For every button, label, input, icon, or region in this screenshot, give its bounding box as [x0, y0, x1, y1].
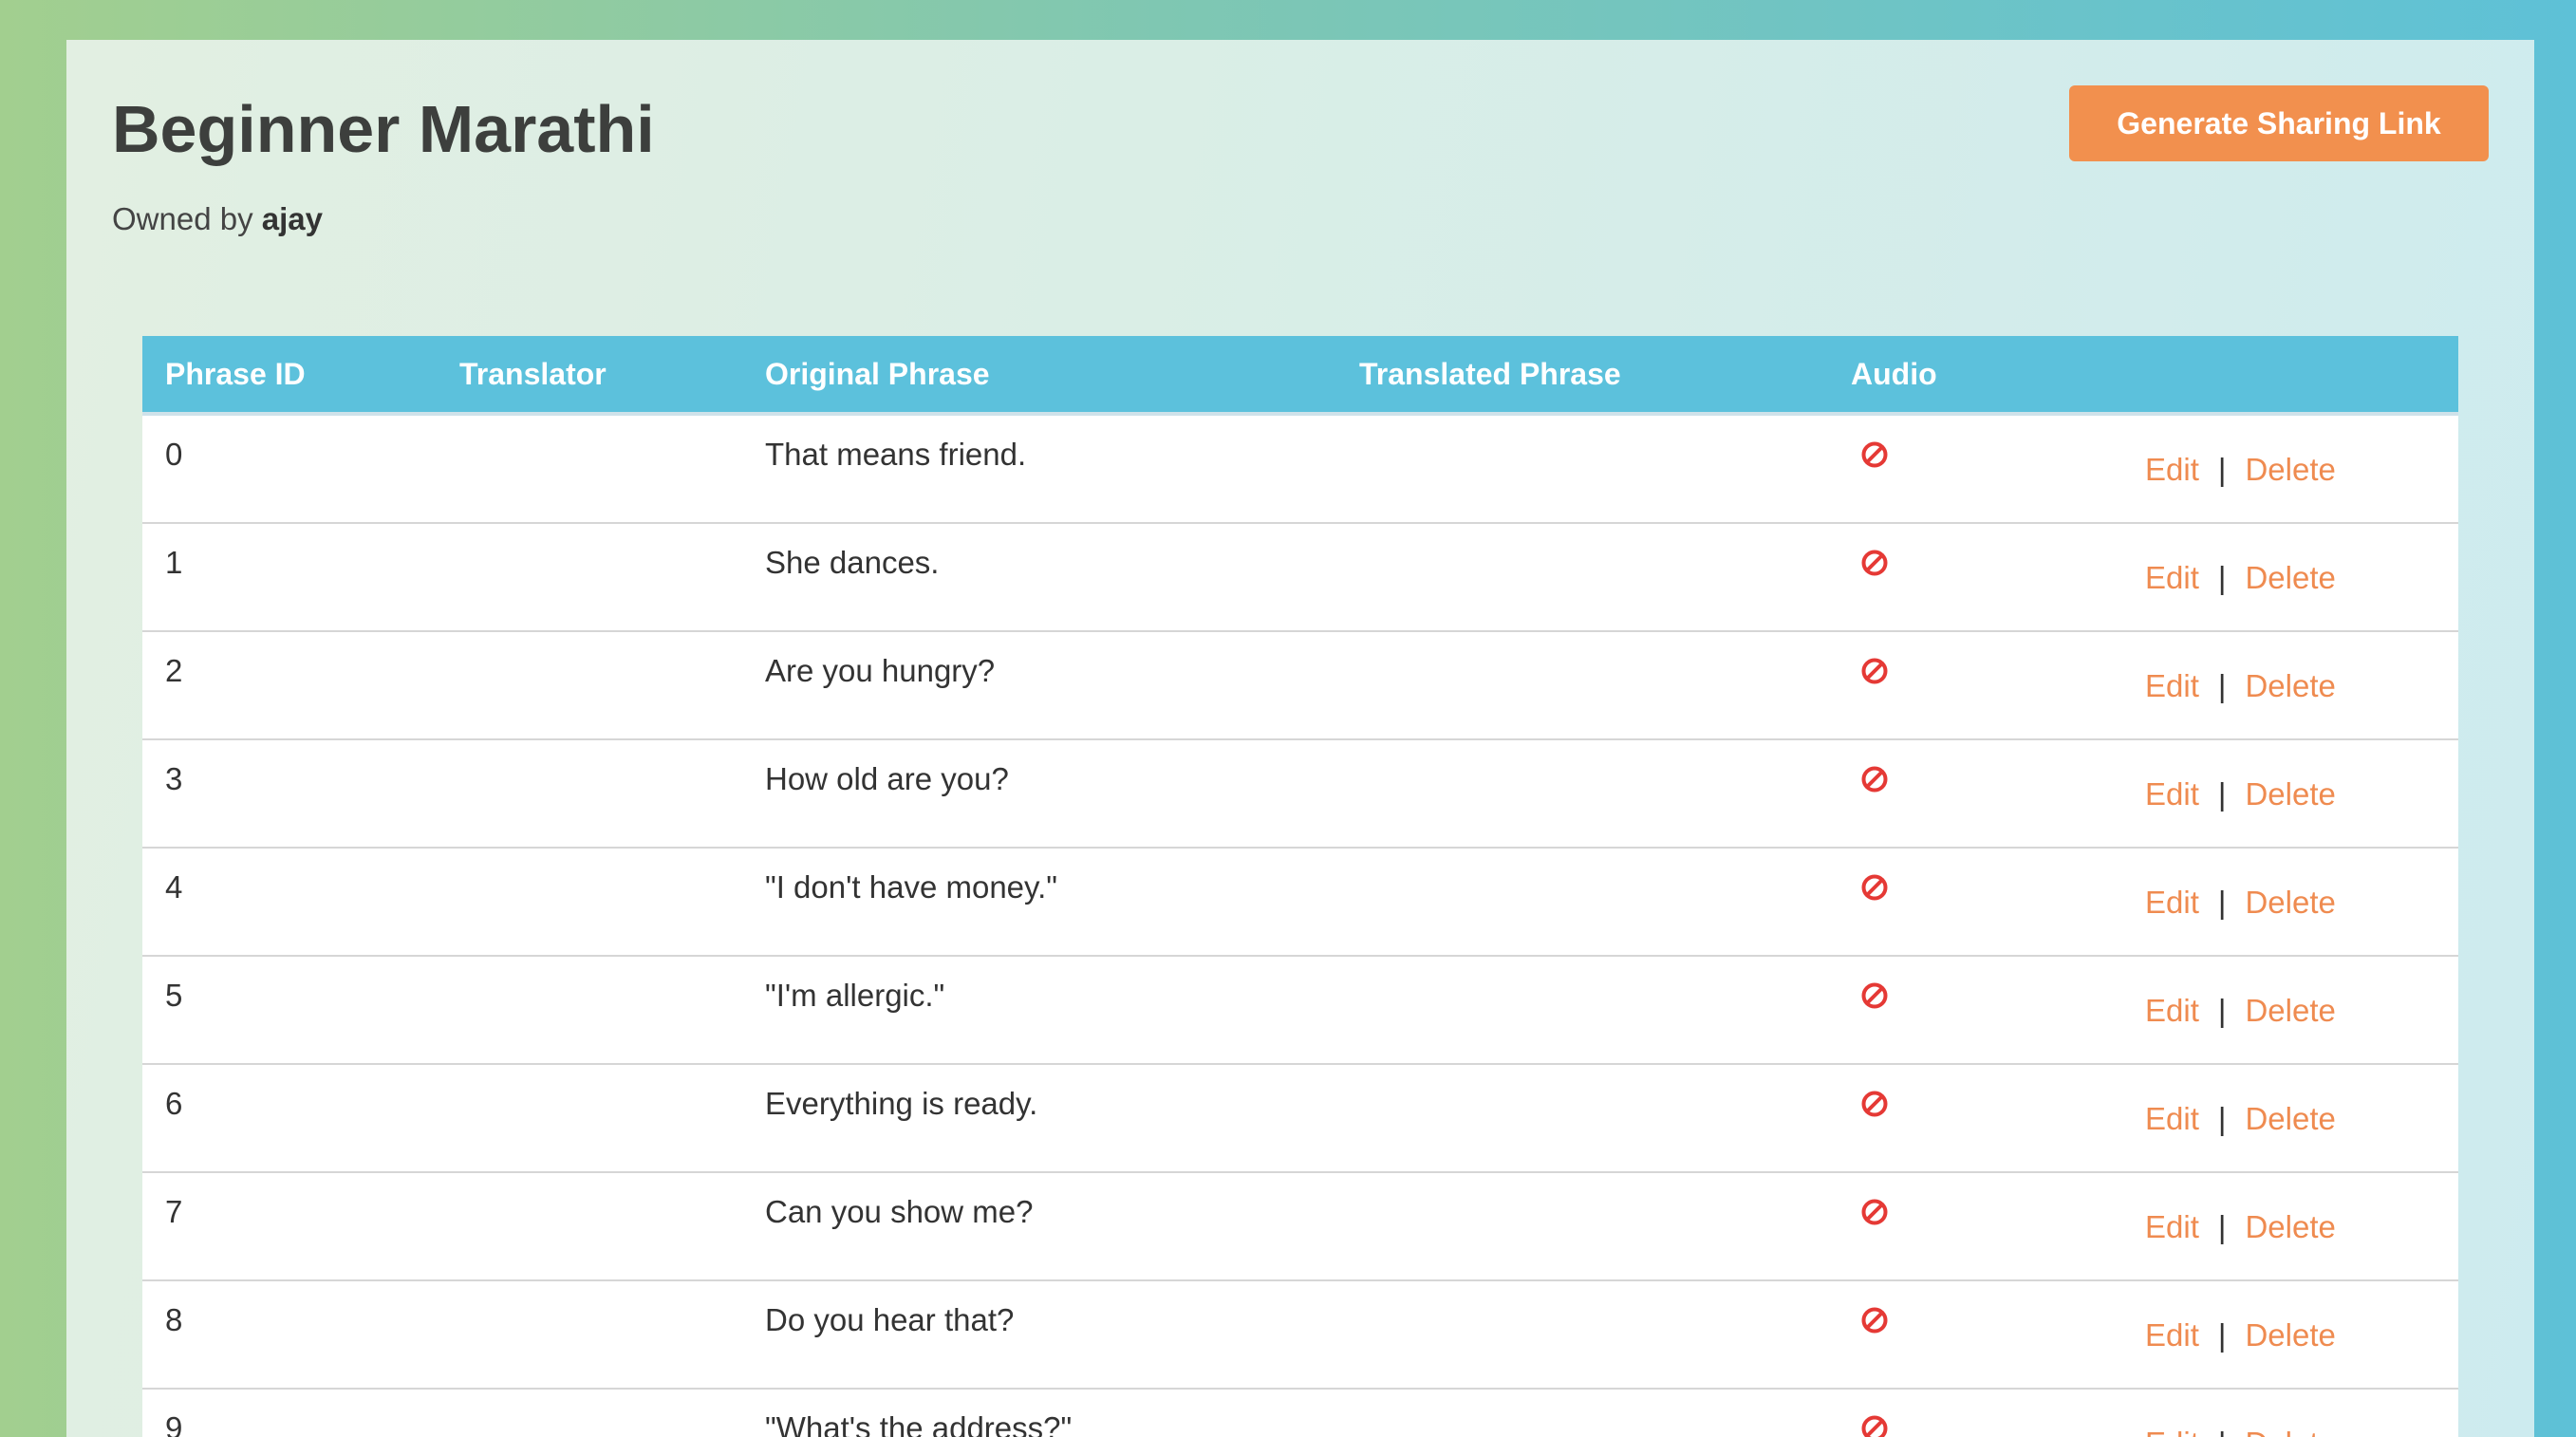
- row-actions: Edit | Delete: [2145, 776, 2336, 812]
- delete-link[interactable]: Delete: [2245, 1101, 2335, 1136]
- original-phrase: "I don't have money.": [765, 869, 1057, 905]
- table-body: 0 That means friend. Edit | Delete 1 She d…: [142, 416, 2458, 1437]
- table-row: 9 "What's the address?" Edit | Delete: [142, 1390, 2458, 1437]
- table-row: 6 Everything is ready. Edit | Delete: [142, 1065, 2458, 1173]
- row-actions: Edit | Delete: [2145, 1317, 2336, 1353]
- header-translated-phrase: Translated Phrase: [1359, 357, 1621, 391]
- original-phrase: That means friend.: [765, 437, 1027, 472]
- row-actions: Edit | Delete: [2145, 993, 2336, 1029]
- original-phrase: How old are you?: [765, 761, 1009, 796]
- no-audio-icon: [1860, 549, 1889, 577]
- action-separator: |: [2217, 885, 2227, 920]
- row-actions: Edit | Delete: [2145, 452, 2336, 488]
- owned-by-label: Owned by: [112, 201, 253, 236]
- original-phrase: Everything is ready.: [765, 1086, 1038, 1121]
- phrase-id: 0: [165, 437, 183, 472]
- edit-link[interactable]: Edit: [2145, 776, 2199, 812]
- table-row: 4 "I don't have money." Edit | Delete: [142, 849, 2458, 957]
- edit-link[interactable]: Edit: [2145, 1101, 2199, 1136]
- delete-link[interactable]: Delete: [2245, 560, 2335, 595]
- owner-name: ajay: [261, 201, 323, 236]
- edit-link[interactable]: Edit: [2145, 1317, 2199, 1353]
- action-separator: |: [2217, 1101, 2227, 1136]
- table-row: 3 How old are you? Edit | Delete: [142, 740, 2458, 849]
- no-audio-icon: [1860, 657, 1889, 685]
- no-audio-icon: [1860, 440, 1889, 469]
- row-actions: Edit | Delete: [2145, 560, 2336, 596]
- delete-link[interactable]: Delete: [2245, 993, 2335, 1028]
- no-audio-icon: [1860, 1198, 1889, 1226]
- owner-line: Owned by ajay: [112, 201, 323, 237]
- row-actions: Edit | Delete: [2145, 668, 2336, 704]
- action-separator: |: [2217, 1209, 2227, 1244]
- no-audio-icon: [1860, 1306, 1889, 1334]
- header-original-phrase: Original Phrase: [765, 357, 990, 391]
- phrase-id: 4: [165, 869, 183, 905]
- row-actions: Edit | Delete: [2145, 885, 2336, 921]
- no-audio-icon: [1860, 873, 1889, 902]
- edit-link[interactable]: Edit: [2145, 560, 2199, 595]
- action-separator: |: [2218, 1426, 2227, 1437]
- edit-link[interactable]: Edit: [2145, 1426, 2199, 1437]
- header-translator: Translator: [459, 357, 607, 391]
- phrase-id: 7: [165, 1194, 183, 1229]
- original-phrase: "I'm allergic.": [765, 978, 945, 1013]
- row-actions: Edit | Delete: [2145, 1101, 2336, 1137]
- table-row: 1 She dances. Edit | Delete: [142, 524, 2458, 632]
- row-actions: Edit | Delete: [2145, 1426, 2336, 1437]
- no-audio-icon: [1860, 1414, 1889, 1437]
- content-card: Beginner Marathi Owned by ajay Generate …: [66, 40, 2534, 1437]
- original-phrase: Can you show me?: [765, 1194, 1034, 1229]
- phrase-id: 9: [165, 1410, 183, 1437]
- edit-link[interactable]: Edit: [2145, 452, 2199, 487]
- phrases-table: Phrase ID Translator Original Phrase Tra…: [142, 336, 2458, 1437]
- page-title: Beginner Marathi: [112, 92, 655, 166]
- edit-link[interactable]: Edit: [2145, 668, 2199, 703]
- delete-link[interactable]: Delete: [2245, 1426, 2335, 1437]
- phrase-id: 3: [165, 761, 183, 796]
- action-separator: |: [2217, 1317, 2227, 1353]
- edit-link[interactable]: Edit: [2145, 993, 2199, 1028]
- table-row: 8 Do you hear that? Edit | Delete: [142, 1281, 2458, 1390]
- action-separator: |: [2217, 776, 2227, 812]
- table-row: 5 "I'm allergic." Edit | Delete: [142, 957, 2458, 1065]
- original-phrase: She dances.: [765, 545, 940, 580]
- row-actions: Edit | Delete: [2145, 1209, 2336, 1245]
- delete-link[interactable]: Delete: [2245, 776, 2335, 812]
- delete-link[interactable]: Delete: [2245, 668, 2335, 703]
- phrase-id: 5: [165, 978, 183, 1013]
- generate-sharing-link-button[interactable]: Generate Sharing Link: [2069, 85, 2489, 161]
- delete-link[interactable]: Delete: [2245, 1209, 2335, 1244]
- delete-link[interactable]: Delete: [2245, 452, 2335, 487]
- original-phrase: Do you hear that?: [765, 1302, 1015, 1337]
- phrase-id: 2: [165, 653, 183, 688]
- action-separator: |: [2217, 993, 2227, 1028]
- no-audio-icon: [1860, 765, 1889, 793]
- phrase-id: 8: [165, 1302, 183, 1337]
- original-phrase: Are you hungry?: [765, 653, 996, 688]
- no-audio-icon: [1860, 1090, 1889, 1118]
- header-audio: Audio: [1851, 357, 1937, 391]
- delete-link[interactable]: Delete: [2245, 1317, 2335, 1353]
- table-row: 2 Are you hungry? Edit | Delete: [142, 632, 2458, 740]
- phrase-id: 1: [165, 545, 183, 580]
- edit-link[interactable]: Edit: [2145, 885, 2199, 920]
- original-phrase: "What's the address?": [765, 1410, 1073, 1437]
- header-phrase-id: Phrase ID: [165, 357, 306, 391]
- table-row: 0 That means friend. Edit | Delete: [142, 416, 2458, 524]
- delete-link[interactable]: Delete: [2245, 885, 2335, 920]
- action-separator: |: [2217, 452, 2227, 487]
- no-audio-icon: [1860, 981, 1889, 1010]
- action-separator: |: [2217, 560, 2227, 595]
- edit-link[interactable]: Edit: [2145, 1209, 2199, 1244]
- action-separator: |: [2217, 668, 2227, 703]
- table-row: 7 Can you show me? Edit | Delete: [142, 1173, 2458, 1281]
- table-header: Phrase ID Translator Original Phrase Tra…: [142, 336, 2458, 416]
- phrase-id: 6: [165, 1086, 183, 1121]
